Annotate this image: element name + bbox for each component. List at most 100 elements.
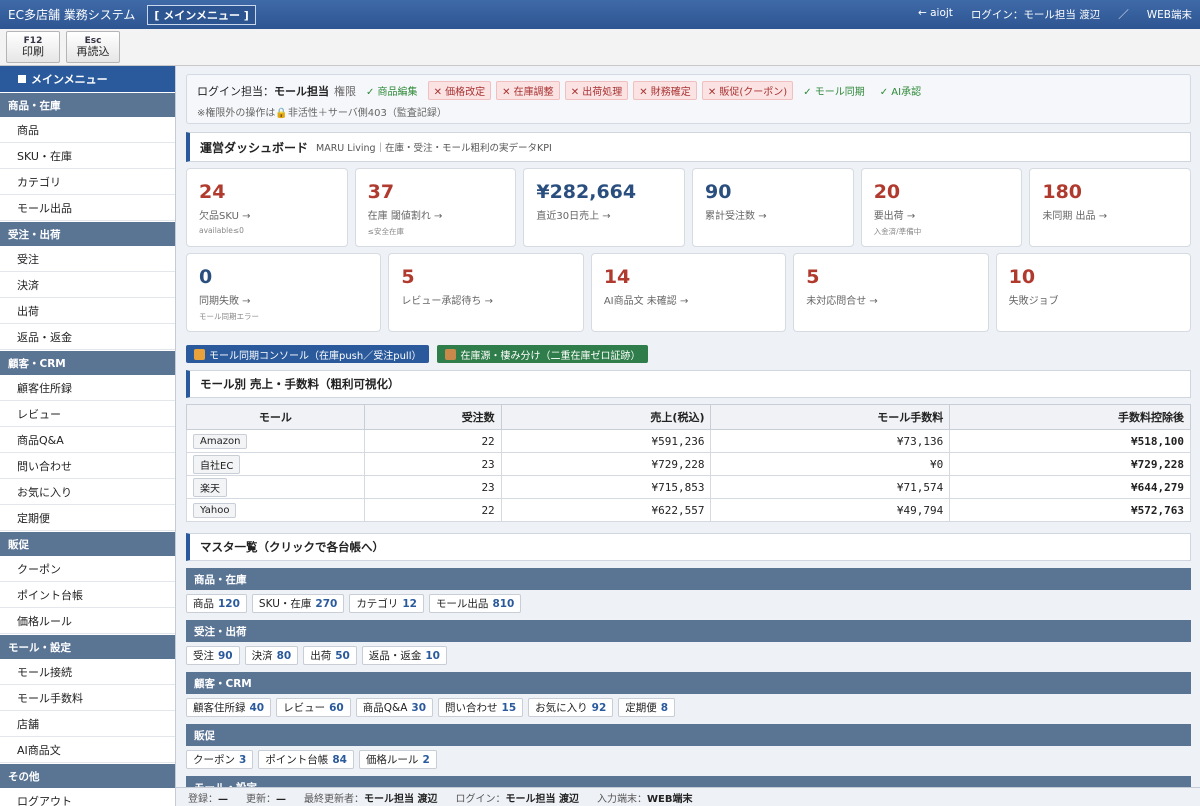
table-row: 楽天 23 ¥715,853 ¥71,574 ¥644,279 <box>186 475 1191 499</box>
master-chip[interactable]: 商品 120 <box>186 594 247 613</box>
sidebar-item[interactable]: 出荷 <box>0 298 175 324</box>
kpi-card[interactable]: 14 AI商品文 未確認 → <box>590 253 787 332</box>
master-chip[interactable]: 返品・返金 10 <box>361 646 447 665</box>
master-chip-count: 3 <box>239 753 247 766</box>
toolbar: F12 印刷 Esc 再読込 <box>0 29 1200 66</box>
sidebar-item[interactable]: SKU・在庫 <box>0 143 175 169</box>
master-chip[interactable]: 出荷 50 <box>303 646 357 665</box>
mall-badge[interactable]: 楽天 <box>193 477 227 497</box>
kpi-card[interactable]: 10 失敗ジョブ <box>995 253 1191 332</box>
table-cell: Yahoo <box>186 498 365 522</box>
sidebar-item[interactable]: モール手数料 <box>0 685 175 711</box>
sidebar-item[interactable]: 受注 <box>0 246 175 272</box>
master-chip-count: 80 <box>276 649 292 662</box>
kpi-card[interactable]: 5 レビュー承認待ち → <box>388 253 584 332</box>
sidebar-item[interactable]: 店舗 <box>0 711 175 737</box>
stock-label: 在庫源・棲み分け（二重在庫ゼロ証跡） <box>460 350 641 362</box>
stock-source-button[interactable]: 在庫源・棲み分け（二重在庫ゼロ証跡） <box>437 345 649 363</box>
terminal-label: WEB端末 <box>1146 9 1192 21</box>
master-chip[interactable]: 定期便 8 <box>618 698 676 717</box>
permission-row: ログイン担当： モール担当 権限 ✓ 商品編集 ✕ 価格改定 ✕ 在庫調整 ✕ 出荷処… <box>197 81 1180 100</box>
sidebar-item[interactable]: お気に入り <box>0 479 175 505</box>
master-chip[interactable]: 顧客住所録 40 <box>186 698 272 717</box>
kpi-card[interactable]: 20 要出荷 → 入金済/準備中 <box>860 168 1023 247</box>
master-chip[interactable]: クーポン 3 <box>186 750 254 769</box>
sidebar-item[interactable]: 顧客住所録 <box>0 375 175 401</box>
mall-badge[interactable]: Amazon <box>193 433 248 449</box>
dashboard-subtitle: MARU Living｜在庫・受注・モール粗利の実データKPI <box>316 143 552 154</box>
master-chip-label: 返品・返金 <box>368 650 422 662</box>
sidebar-item[interactable]: カテゴリ <box>0 169 175 195</box>
master-group-row: 顧客住所録 40 レビュー 60 商品Q&A 30 問い合わせ 15 お気に入り 92 定期便 8 <box>186 698 1191 717</box>
sidebar-item[interactable]: モール出品 <box>0 195 175 221</box>
master-chip[interactable]: 決済 80 <box>244 646 299 665</box>
master-chip-label: カテゴリ <box>356 598 399 610</box>
master-chip[interactable]: レビュー 60 <box>276 698 351 717</box>
kpi-card[interactable]: ¥282,664 直近30日売上 → <box>523 168 686 247</box>
sidebar-item[interactable]: AI商品文 <box>0 737 175 763</box>
main-content: ログイン担当： モール担当 権限 ✓ 商品編集 ✕ 価格改定 ✕ 在庫調整 ✕ 出荷処… <box>186 74 1191 788</box>
kpi-card[interactable]: 180 未同期 出品 → <box>1029 168 1191 247</box>
master-chip[interactable]: カテゴリ 12 <box>349 594 424 613</box>
master-chip-count: 90 <box>218 649 233 662</box>
master-chip-count: 15 <box>501 701 517 714</box>
master-chip-count: 12 <box>402 597 417 610</box>
master-chip-count: 120 <box>218 597 240 610</box>
sidebar-item[interactable]: 決済 <box>0 272 175 298</box>
master-chip[interactable]: 問い合わせ 15 <box>438 698 524 717</box>
sidebar-item[interactable]: 問い合わせ <box>0 453 175 479</box>
table-cell: ¥715,853 <box>500 475 712 499</box>
table-cell: ¥591,236 <box>500 429 712 453</box>
sidebar-main-menu[interactable]: メインメニュー <box>0 66 175 92</box>
table-header-cell: 売上(税込) <box>500 404 712 430</box>
kpi-card[interactable]: 90 累計受注数 → <box>692 168 854 247</box>
table-cell: 自社EC <box>186 452 365 476</box>
master-chip[interactable]: 価格ルール 2 <box>358 750 437 769</box>
table-cell: 22 <box>363 429 502 453</box>
kpi-value: 5 <box>806 266 820 288</box>
dashboard-header: 運営ダッシュボード MARU Living｜在庫・受注・モール粗利の実データKP… <box>186 132 1191 162</box>
dashboard-title: 運営ダッシュボード <box>200 140 309 155</box>
sidebar-item[interactable]: ログアウト <box>0 788 175 806</box>
sidebar-item[interactable]: レビュー <box>0 401 175 427</box>
kpi-label: 直近30日売上 → <box>536 211 611 222</box>
login-role-label: ログイン担当： <box>197 84 274 98</box>
sidebar-item[interactable]: 定期便 <box>0 505 175 531</box>
sidebar-item[interactable]: クーポン <box>0 556 175 582</box>
back-link[interactable]: ← aiojt <box>918 7 953 22</box>
mall-badge[interactable]: Yahoo <box>193 502 237 518</box>
square-icon <box>18 75 26 83</box>
kpi-card[interactable]: 37 在庫 閾値割れ → ≤安全在庫 <box>354 168 517 247</box>
kpi-card[interactable]: 5 未対応問合せ → <box>793 253 989 332</box>
kpi-card[interactable]: 24 欠品SKU → available≤0 <box>186 168 348 247</box>
sidebar-item[interactable]: モール接続 <box>0 659 175 685</box>
sidebar-item[interactable]: ポイント台帳 <box>0 582 175 608</box>
sidebar: メインメニュー 商品・在庫 商品 SKU・在庫 カテゴリ モール出品 受注・出荷 受注 決済出… <box>0 66 176 806</box>
mall-badge[interactable]: 自社EC <box>193 454 241 474</box>
reload-button[interactable]: Esc 再読込 <box>66 31 120 63</box>
master-chip[interactable]: SKU・在庫 270 <box>251 594 345 613</box>
status-bar: 登録：— 更新：— 最終更新者：モール担当 渡辺 ログイン：モール担当 渡辺 入… <box>176 787 1200 806</box>
master-title: マスタ一覧（クリックで各台帳へ） <box>186 533 1191 561</box>
print-button[interactable]: F12 印刷 <box>6 31 60 63</box>
status-registered: 登録：— <box>188 793 228 805</box>
mall-sync-console-button[interactable]: モール同期コンソール（在庫push／受注pull） <box>186 345 430 363</box>
sidebar-item[interactable]: 価格ルール <box>0 608 175 634</box>
sidebar-item[interactable]: 商品 <box>0 117 175 143</box>
login-role: モール担当 <box>274 84 329 98</box>
master-chip[interactable]: 商品Q&A 30 <box>355 698 434 717</box>
master-group-title: 商品・在庫 <box>186 568 1191 590</box>
master-chip[interactable]: 受注 90 <box>186 646 240 665</box>
sidebar-item[interactable]: 返品・返金 <box>0 324 175 350</box>
sidebar-item[interactable]: 商品Q&A <box>0 427 175 453</box>
action-buttons: モール同期コンソール（在庫push／受注pull） 在庫源・棲み分け（二重在庫ゼ… <box>186 345 1191 363</box>
kpi-value: 0 <box>199 266 213 288</box>
master-chip[interactable]: お気に入り 92 <box>528 698 614 717</box>
table-cell: ¥572,763 <box>949 498 1191 522</box>
kpi-sub: モール同期エラー <box>199 312 259 321</box>
kpi-card[interactable]: 0 同期失敗 → モール同期エラー <box>186 253 382 332</box>
master-chip[interactable]: モール出品 810 <box>428 594 522 613</box>
status-updated: 更新：— <box>246 793 286 805</box>
permission-chip: ✕ 価格改定 <box>427 81 492 100</box>
master-chip[interactable]: ポイント台帳 84 <box>258 750 354 769</box>
